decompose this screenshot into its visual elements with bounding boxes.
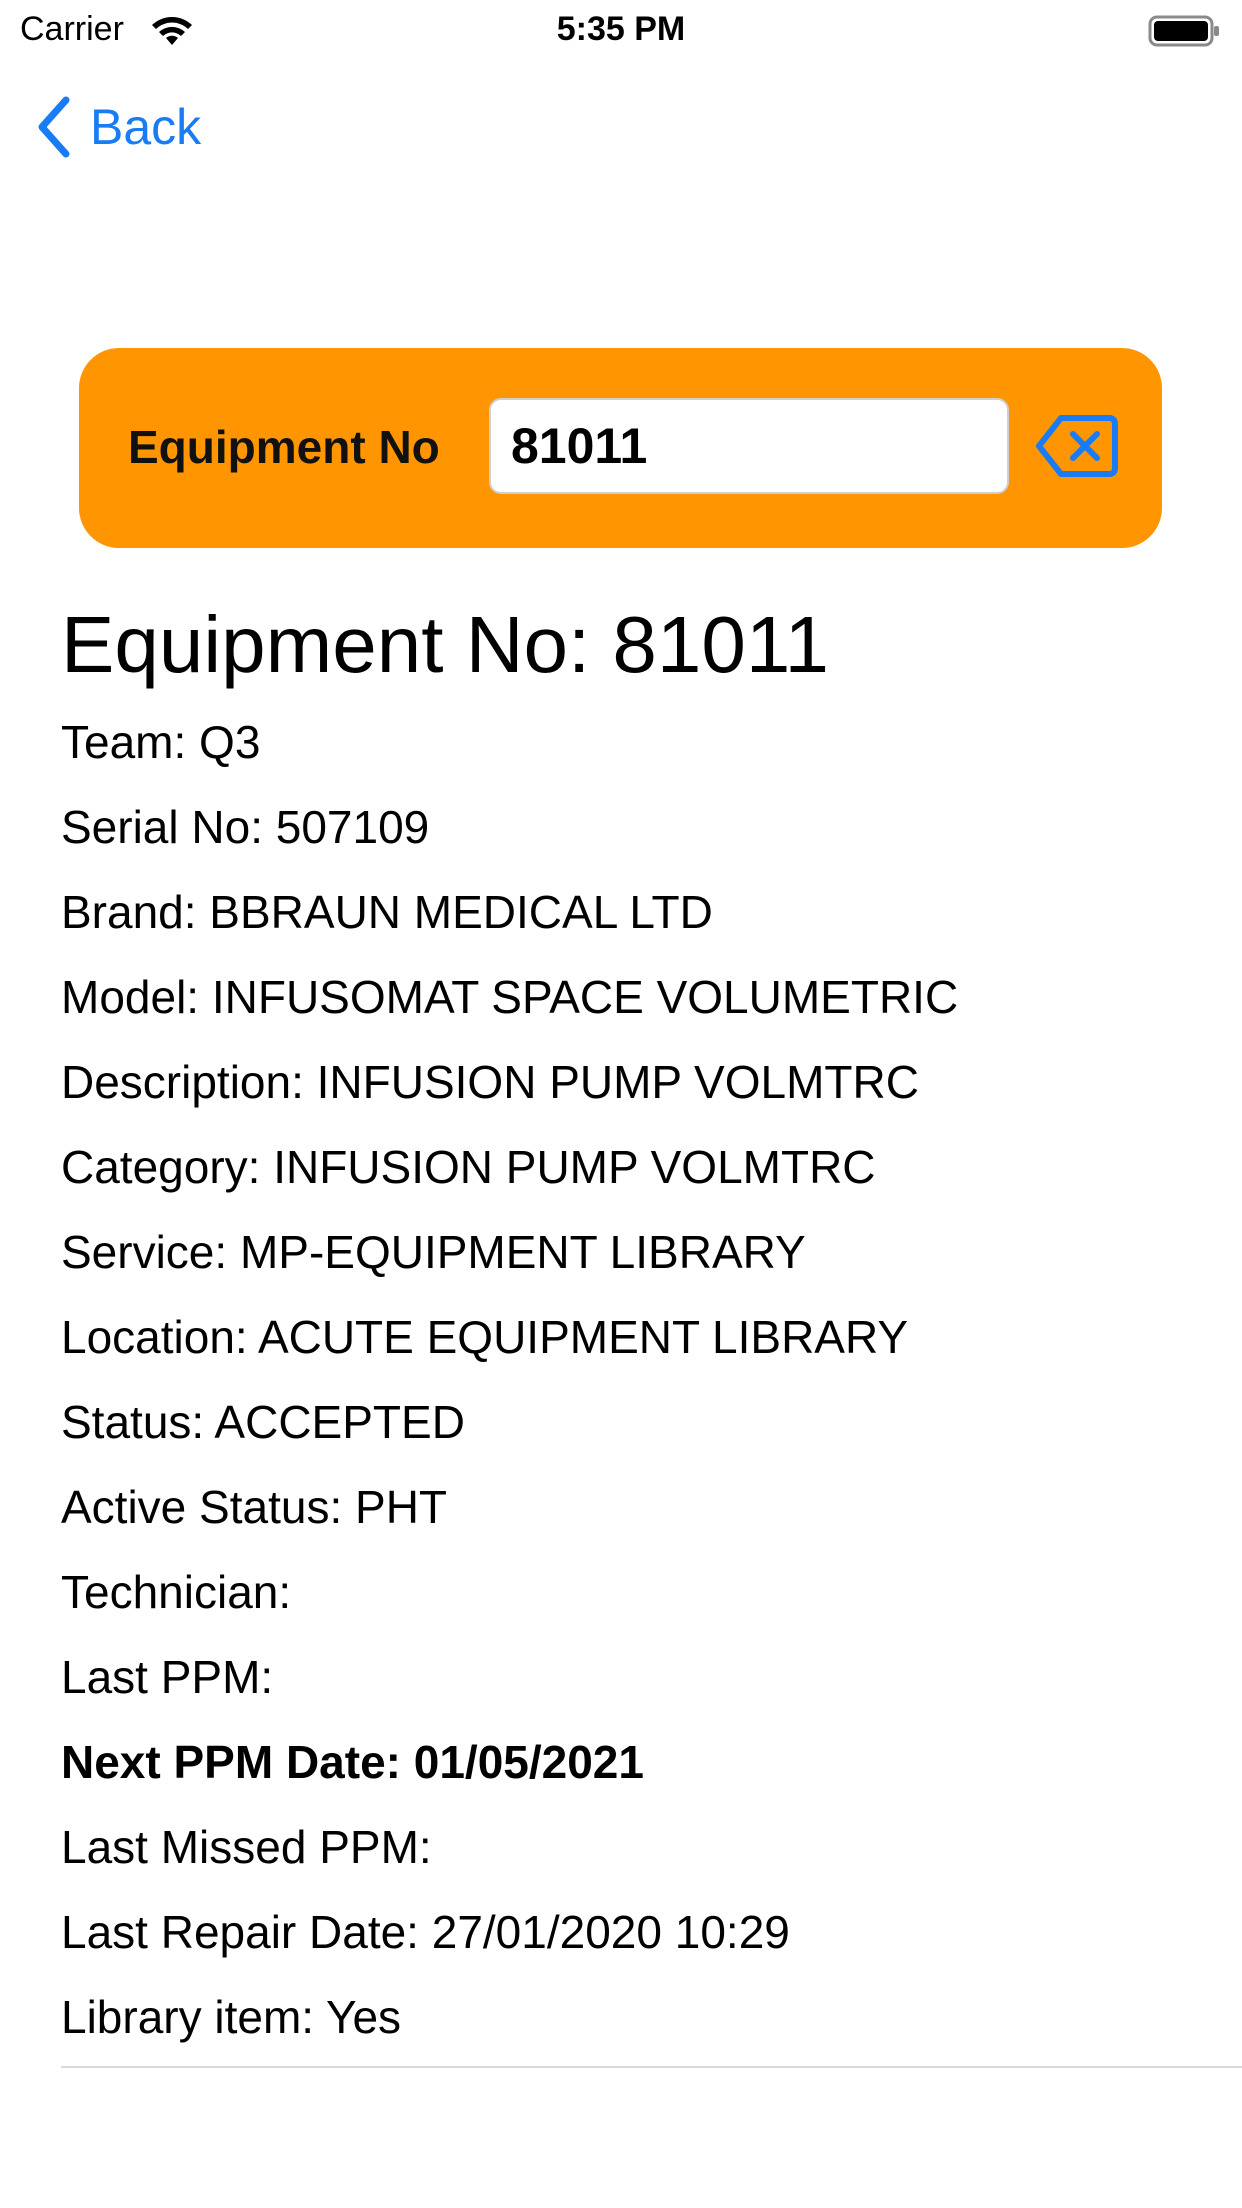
equipment-no-label: Equipment No — [128, 421, 440, 473]
delete-left-icon — [1036, 415, 1118, 477]
clock-time: 5:35 PM — [556, 10, 686, 48]
clear-input-button[interactable] — [1035, 410, 1119, 482]
detail-list: Team: Q3 Serial No: 507109 Brand: BBRAUN… — [61, 700, 1242, 2060]
equipment-title: Equipment No: 81011 — [61, 600, 829, 689]
battery-icon — [1148, 15, 1219, 47]
status-bar: Carrier 5:35 PM — [0, 0, 1242, 60]
back-label: Back — [90, 99, 202, 155]
detail-next-ppm-date: Next PPM Date: 01/05/2021 — [61, 1736, 644, 1788]
detail-model: Model: INFUSOMAT SPACE VOLUMETRIC — [61, 971, 959, 1023]
detail-serial-no: Serial No: 507109 — [61, 801, 430, 853]
detail-last-ppm: Last PPM: — [61, 1651, 274, 1703]
equipment-search-panel: Equipment No — [79, 348, 1162, 548]
divider — [61, 2066, 1242, 2068]
detail-location: Location: ACUTE EQUIPMENT LIBRARY — [61, 1311, 909, 1363]
detail-library-item: Library item: Yes — [61, 1991, 402, 2043]
detail-brand: Brand: BBRAUN MEDICAL LTD — [61, 886, 713, 938]
detail-active-status: Active Status: PHT — [61, 1481, 448, 1533]
detail-technician: Technician: — [61, 1566, 292, 1618]
equipment-details: Equipment No: 81011 Team: Q3 Serial No: … — [61, 590, 1242, 2068]
detail-category: Category: INFUSION PUMP VOLMTRC — [61, 1141, 876, 1193]
detail-description: Description: INFUSION PUMP VOLMTRC — [61, 1056, 919, 1108]
detail-last-missed-ppm: Last Missed PPM: — [61, 1821, 432, 1873]
chevron-left-icon — [38, 96, 70, 158]
detail-service: Service: MP-EQUIPMENT LIBRARY — [61, 1226, 806, 1278]
back-button[interactable]: Back — [34, 92, 201, 162]
detail-last-repair-date: Last Repair Date: 27/01/2020 10:29 — [61, 1906, 790, 1958]
detail-status: Status: ACCEPTED — [61, 1396, 465, 1448]
detail-team: Team: Q3 — [61, 716, 261, 768]
equipment-no-input[interactable] — [489, 398, 1009, 494]
